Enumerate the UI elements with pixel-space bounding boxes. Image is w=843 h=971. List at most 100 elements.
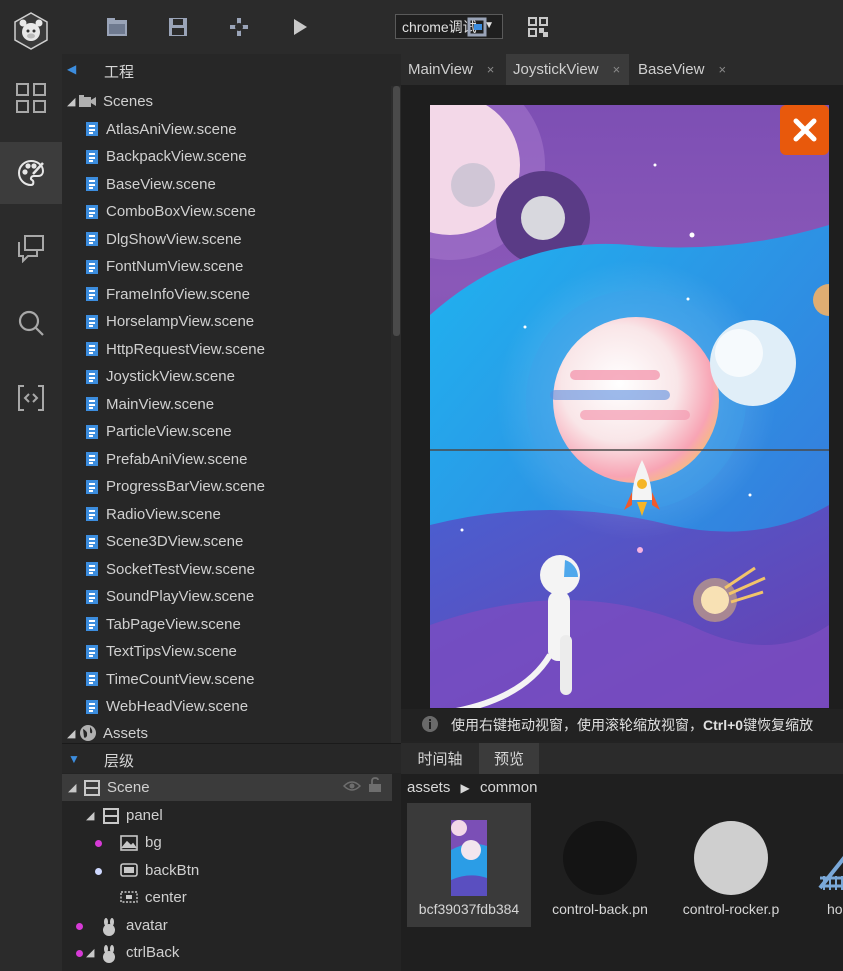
sprite-icon xyxy=(101,945,117,967)
scene-file-icon xyxy=(86,314,98,329)
logo-icon[interactable] xyxy=(0,0,62,62)
scene-file-icon xyxy=(86,699,98,714)
hierarchy-node[interactable]: center xyxy=(62,885,392,911)
scene-file-item[interactable]: HttpRequestView.scene xyxy=(84,336,265,362)
code-icon[interactable] xyxy=(0,367,62,429)
layout-icon xyxy=(84,780,100,800)
scene-file-label: AtlasAniView.scene xyxy=(106,120,237,138)
scene-file-label: PrefabAniView.scene xyxy=(106,450,248,468)
hierarchy-title: 层级 xyxy=(104,753,135,770)
space-scene-image xyxy=(430,105,829,708)
scene-file-label: ProgressBarView.scene xyxy=(106,478,265,495)
scene-file-icon xyxy=(86,644,98,659)
scene-file-item[interactable]: RadioView.scene xyxy=(84,501,221,527)
scene-file-item[interactable]: ComboBoxView.scene xyxy=(84,199,256,225)
assets-grid-icon[interactable] xyxy=(0,67,62,129)
tab-joystickview[interactable]: JoystickView × xyxy=(506,54,629,85)
scene-file-item[interactable]: SoundPlayView.scene xyxy=(84,584,254,610)
search-icon[interactable] xyxy=(0,292,62,354)
scene-file-icon xyxy=(86,589,98,604)
scenes-folder[interactable]: ◢ Scenes xyxy=(67,88,153,114)
status-text: 使用右键拖动视窗，使用滚轮缩放视窗， xyxy=(451,717,703,733)
scene-file-item[interactable]: SocketTestView.scene xyxy=(84,556,255,582)
close-icon[interactable]: × xyxy=(718,62,726,77)
hierarchy-node[interactable]: ◢ ctrlBack xyxy=(62,940,392,966)
node-label: avatar xyxy=(126,916,168,934)
expand-icon[interactable]: ◢ xyxy=(67,727,79,740)
tab-label: 时间轴 xyxy=(417,751,463,768)
tab-timeline[interactable]: 时间轴 xyxy=(401,743,479,774)
scene-file-item[interactable]: HorselampView.scene xyxy=(84,309,254,335)
scene-file-icon xyxy=(86,617,98,631)
play-icon[interactable] xyxy=(285,12,315,42)
asset-label: control-rocker.p xyxy=(682,901,780,917)
scene-file-item[interactable]: ParticleView.scene xyxy=(84,419,232,445)
scene-file-item[interactable]: MainView.scene xyxy=(84,391,214,417)
expand-icon[interactable]: ◢ xyxy=(67,95,79,108)
button-icon xyxy=(120,862,138,881)
tab-label: 预览 xyxy=(493,751,524,768)
scene-file-item[interactable]: BackpackView.scene xyxy=(84,144,247,170)
scene-file-item[interactable]: FontNumView.scene xyxy=(84,254,243,280)
node-dot xyxy=(76,950,83,957)
tab-label: JoystickView xyxy=(513,61,599,78)
scene-file-label: WebHeadView.scene xyxy=(106,698,249,715)
hierarchy-node[interactable]: avatar xyxy=(62,913,392,939)
tab-baseview[interactable]: BaseView × xyxy=(631,54,748,85)
scene-canvas[interactable] xyxy=(430,105,829,708)
folder-icon[interactable] xyxy=(102,12,132,42)
scene-file-item[interactable]: DlgShowView.scene xyxy=(84,226,242,252)
comments-icon[interactable] xyxy=(0,217,62,279)
project-scrollbar[interactable] xyxy=(393,86,400,336)
close-button[interactable] xyxy=(780,105,829,155)
scenes-folder-label: Scenes xyxy=(103,92,154,110)
close-icon[interactable]: × xyxy=(487,62,495,77)
scene-file-icon xyxy=(86,562,98,576)
scene-file-icon xyxy=(86,204,98,219)
hierarchy-node[interactable]: ◢ panel xyxy=(62,803,392,829)
scene-file-label: TextTipsView.scene xyxy=(106,643,237,660)
collapse-down-icon[interactable]: ▼ xyxy=(68,752,80,766)
expand-icon[interactable]: ◢ xyxy=(68,781,80,794)
palette-icon[interactable] xyxy=(0,142,62,204)
breadcrumb-leaf[interactable]: common xyxy=(480,779,538,796)
close-icon[interactable]: × xyxy=(613,62,621,77)
breadcrumb-root[interactable]: assets xyxy=(407,779,450,796)
expand-icon[interactable]: ◢ xyxy=(86,946,98,959)
scene-file-label: FrameInfoView.scene xyxy=(106,285,250,303)
scene-file-item[interactable]: JoystickView.scene xyxy=(84,364,235,390)
save-icon[interactable] xyxy=(163,12,193,42)
scene-file-item[interactable]: Scene3DView.scene xyxy=(84,529,243,555)
scene-file-item[interactable]: FrameInfoView.scene xyxy=(84,281,250,307)
breadcrumb-separator: ▶ xyxy=(460,781,470,795)
scene-file-item[interactable]: TabPageView.scene xyxy=(84,611,241,637)
tab-mainview[interactable]: MainView × xyxy=(401,54,512,85)
scene-file-label: SoundPlayView.scene xyxy=(106,588,255,605)
hierarchy-node[interactable]: bg xyxy=(62,830,392,856)
scene-file-item[interactable]: ProgressBarView.scene xyxy=(84,474,265,500)
globe-icon xyxy=(80,725,96,741)
scene-file-item[interactable]: TextTipsView.scene xyxy=(84,639,237,665)
hierarchy-node[interactable]: backBtn xyxy=(62,858,392,884)
publish-icon[interactable] xyxy=(224,12,254,42)
close-icon xyxy=(793,118,816,142)
refresh-icon[interactable] xyxy=(462,12,492,42)
hierarchy-node[interactable]: ◢ Scene xyxy=(62,775,392,801)
scene-file-item[interactable]: WebHeadView.scene xyxy=(84,694,248,720)
node-dot xyxy=(76,922,83,930)
scene-file-label: Scene3DView.scene xyxy=(106,533,244,550)
asset-item[interactable]: ho xyxy=(800,803,843,927)
expand-icon[interactable]: ◢ xyxy=(86,809,98,822)
scene-file-item[interactable]: AtlasAniView.scene xyxy=(84,116,237,142)
scene-file-icon xyxy=(86,479,98,494)
qrcode-icon[interactable] xyxy=(523,12,553,42)
scene-file-item[interactable]: TimeCountView.scene xyxy=(84,666,254,692)
asset-item[interactable]: control-rocker.p xyxy=(669,803,793,927)
node-dot xyxy=(95,867,102,875)
asset-item[interactable]: control-back.pn xyxy=(538,803,662,927)
scene-file-item[interactable]: PrefabAniView.scene xyxy=(84,446,247,472)
scene-file-item[interactable]: BaseView.scene xyxy=(84,171,216,197)
asset-item[interactable]: bcf39037fdb384 xyxy=(407,803,531,927)
tab-preview[interactable]: 预览 xyxy=(479,743,539,774)
collapse-left-icon[interactable]: ◀ xyxy=(67,62,76,76)
